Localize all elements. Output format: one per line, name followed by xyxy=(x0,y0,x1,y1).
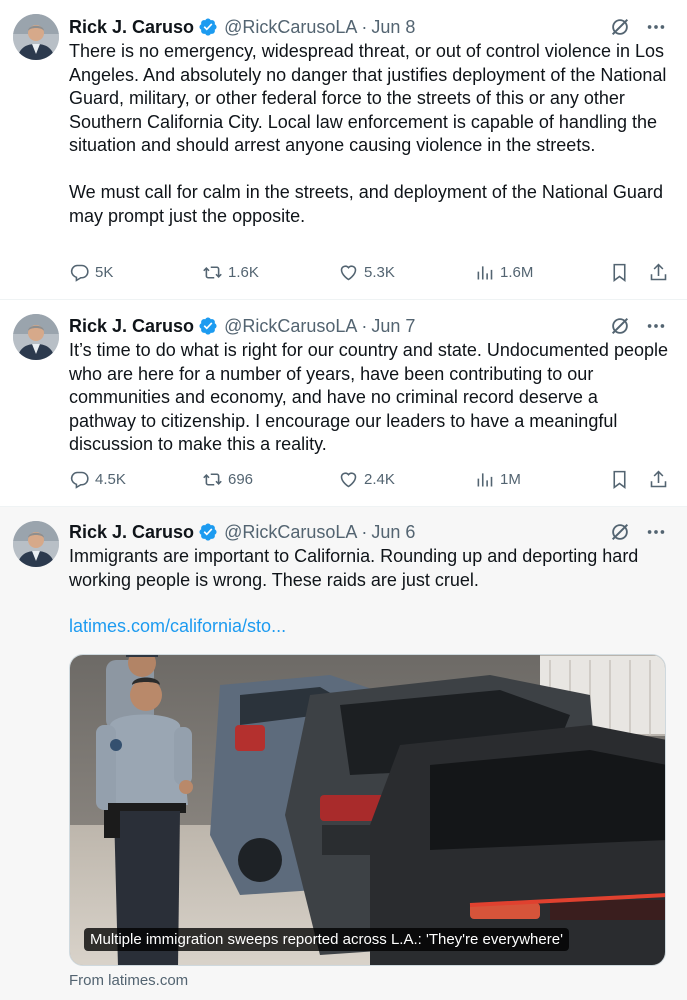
views-button[interactable]: 1M xyxy=(474,469,521,490)
grok-icon[interactable] xyxy=(609,16,631,38)
link-card[interactable]: Multiple immigration sweeps reported acr… xyxy=(69,654,666,966)
author-handle[interactable]: @RickCarusoLA xyxy=(224,17,357,38)
repost-button[interactable]: 696 xyxy=(202,469,253,490)
right-actions xyxy=(609,469,669,490)
reply-button[interactable]: 5K xyxy=(69,262,113,283)
author-name[interactable]: Rick J. Caruso xyxy=(69,522,194,543)
views-button[interactable]: 1.6M xyxy=(474,262,533,283)
tweet-date[interactable]: Jun 7 xyxy=(371,316,415,337)
tweet-3[interactable]: Rick J. Caruso @RickCarusoLA · Jun 6 Imm… xyxy=(0,507,687,1000)
share-icon[interactable] xyxy=(648,262,669,283)
separator: · xyxy=(361,315,368,336)
tweet-2[interactable]: Rick J. Caruso @RickCarusoLA · Jun 7 It’… xyxy=(0,300,687,507)
card-source[interactable]: From latimes.com xyxy=(69,972,188,989)
tweet-top-actions xyxy=(609,16,667,38)
tweet-date[interactable]: Jun 6 xyxy=(371,522,415,543)
author-name[interactable]: Rick J. Caruso xyxy=(69,316,194,337)
like-button[interactable]: 5.3K xyxy=(338,262,395,283)
share-icon[interactable] xyxy=(648,469,669,490)
bookmark-icon[interactable] xyxy=(609,469,630,490)
repost-count: 1.6K xyxy=(228,264,259,281)
tweet-link[interactable]: latimes.com/california/sto... xyxy=(69,616,286,636)
tweet-header: Rick J. Caruso @RickCarusoLA · Jun 6 xyxy=(69,520,415,544)
repost-button[interactable]: 1.6K xyxy=(202,262,259,283)
repost-icon xyxy=(203,266,222,279)
tweet-header: Rick J. Caruso @RickCarusoLA · Jun 8 xyxy=(69,15,415,39)
reply-icon xyxy=(70,264,89,282)
reply-count: 4.5K xyxy=(95,471,126,488)
author-name[interactable]: Rick J. Caruso xyxy=(69,17,194,38)
verified-badge-icon xyxy=(199,317,217,335)
tweet-text: There is no emergency, widespread threat… xyxy=(69,40,669,228)
tweet-text: It’s time to do what is right for our co… xyxy=(69,339,669,457)
avatar[interactable] xyxy=(13,314,59,360)
tweet-1[interactable]: Rick J. Caruso @RickCarusoLA · Jun 8 The… xyxy=(0,0,687,300)
right-actions xyxy=(609,262,669,283)
reply-button[interactable]: 4.5K xyxy=(69,469,126,490)
avatar-photo xyxy=(13,14,59,60)
repost-count: 696 xyxy=(228,471,254,488)
tweet-body: It’s time to do what is right for our co… xyxy=(69,340,669,454)
more-icon[interactable] xyxy=(645,16,667,38)
views-icon xyxy=(477,266,493,280)
tweet-date[interactable]: Jun 8 xyxy=(371,17,415,38)
tweet-actions: 4.5K 696 2.4K 1M xyxy=(69,469,669,493)
reply-count: 5K xyxy=(95,264,114,281)
avatar-photo xyxy=(13,521,59,567)
author-handle[interactable]: @RickCarusoLA xyxy=(224,316,357,337)
tweet-top-actions xyxy=(609,521,667,543)
grok-icon[interactable] xyxy=(609,521,631,543)
tweet-header: Rick J. Caruso @RickCarusoLA · Jun 7 xyxy=(69,314,415,338)
repost-icon xyxy=(203,473,222,486)
views-count: 1M xyxy=(500,471,521,488)
like-count: 5.3K xyxy=(364,264,395,281)
more-icon[interactable] xyxy=(645,315,667,337)
tweet-actions: 5K 1.6K 5.3K 1.6M xyxy=(69,262,669,286)
tweet-text: Immigrants are important to California. … xyxy=(69,545,669,639)
avatar-photo xyxy=(13,314,59,360)
like-button[interactable]: 2.4K xyxy=(338,469,395,490)
like-icon xyxy=(340,472,357,488)
more-icon[interactable] xyxy=(645,521,667,543)
views-count: 1.6M xyxy=(500,264,534,281)
author-handle[interactable]: @RickCarusoLA xyxy=(224,522,357,543)
like-count: 2.4K xyxy=(364,471,395,488)
grok-icon[interactable] xyxy=(609,315,631,337)
tweet-top-actions xyxy=(609,315,667,337)
separator: · xyxy=(361,16,368,37)
tweet-body: There is no emergency, widespread threat… xyxy=(69,41,667,226)
like-icon xyxy=(340,265,357,281)
verified-badge-icon xyxy=(199,18,217,36)
avatar[interactable] xyxy=(13,14,59,60)
bookmark-icon[interactable] xyxy=(609,262,630,283)
views-icon xyxy=(477,473,493,487)
card-image xyxy=(70,655,665,965)
verified-badge-icon xyxy=(199,523,217,541)
reply-icon xyxy=(70,471,89,489)
tweet-body: Immigrants are important to California. … xyxy=(69,546,639,590)
card-caption: Multiple immigration sweeps reported acr… xyxy=(84,928,569,951)
avatar[interactable] xyxy=(13,521,59,567)
separator: · xyxy=(361,521,368,542)
